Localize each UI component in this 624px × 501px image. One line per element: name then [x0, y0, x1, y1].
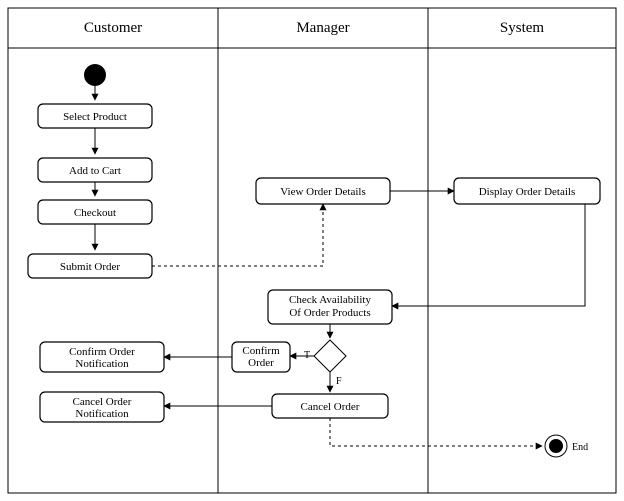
- lane-title-customer: Customer: [84, 20, 142, 36]
- activity-check-availability-label-1: Check Availability: [289, 294, 371, 306]
- end-node: [545, 435, 567, 457]
- activity-confirm-order-label-1: Confirm: [242, 345, 280, 357]
- end-label: End: [572, 442, 588, 453]
- activity-confirm-order-notification-label-2: Notification: [75, 358, 129, 370]
- activity-submit-order-label: Submit Order: [60, 261, 121, 273]
- lane-title-manager: Manager: [296, 20, 349, 36]
- activity-cancel-order-label: Cancel Order: [301, 401, 360, 413]
- activity-view-order-details-label: View Order Details: [280, 186, 365, 198]
- activity-check-availability-label-2: Of Order Products: [289, 307, 370, 319]
- activity-add-to-cart-label: Add to Cart: [69, 165, 121, 177]
- start-node: [84, 64, 106, 86]
- lane-title-system: System: [500, 20, 545, 36]
- activity-confirm-order-notification-label-1: Confirm Order: [69, 346, 135, 358]
- activity-select-product-label: Select Product: [63, 111, 127, 123]
- activity-checkout-label: Checkout: [74, 207, 116, 219]
- activity-display-order-details-label: Display Order Details: [479, 186, 576, 198]
- activity-cancel-order-notification-label-2: Notification: [75, 408, 129, 420]
- decision-false-label: F: [336, 376, 342, 387]
- activity-confirm-order-label-2: Order: [248, 357, 274, 369]
- activity-cancel-order-notification-label-1: Cancel Order: [73, 396, 132, 408]
